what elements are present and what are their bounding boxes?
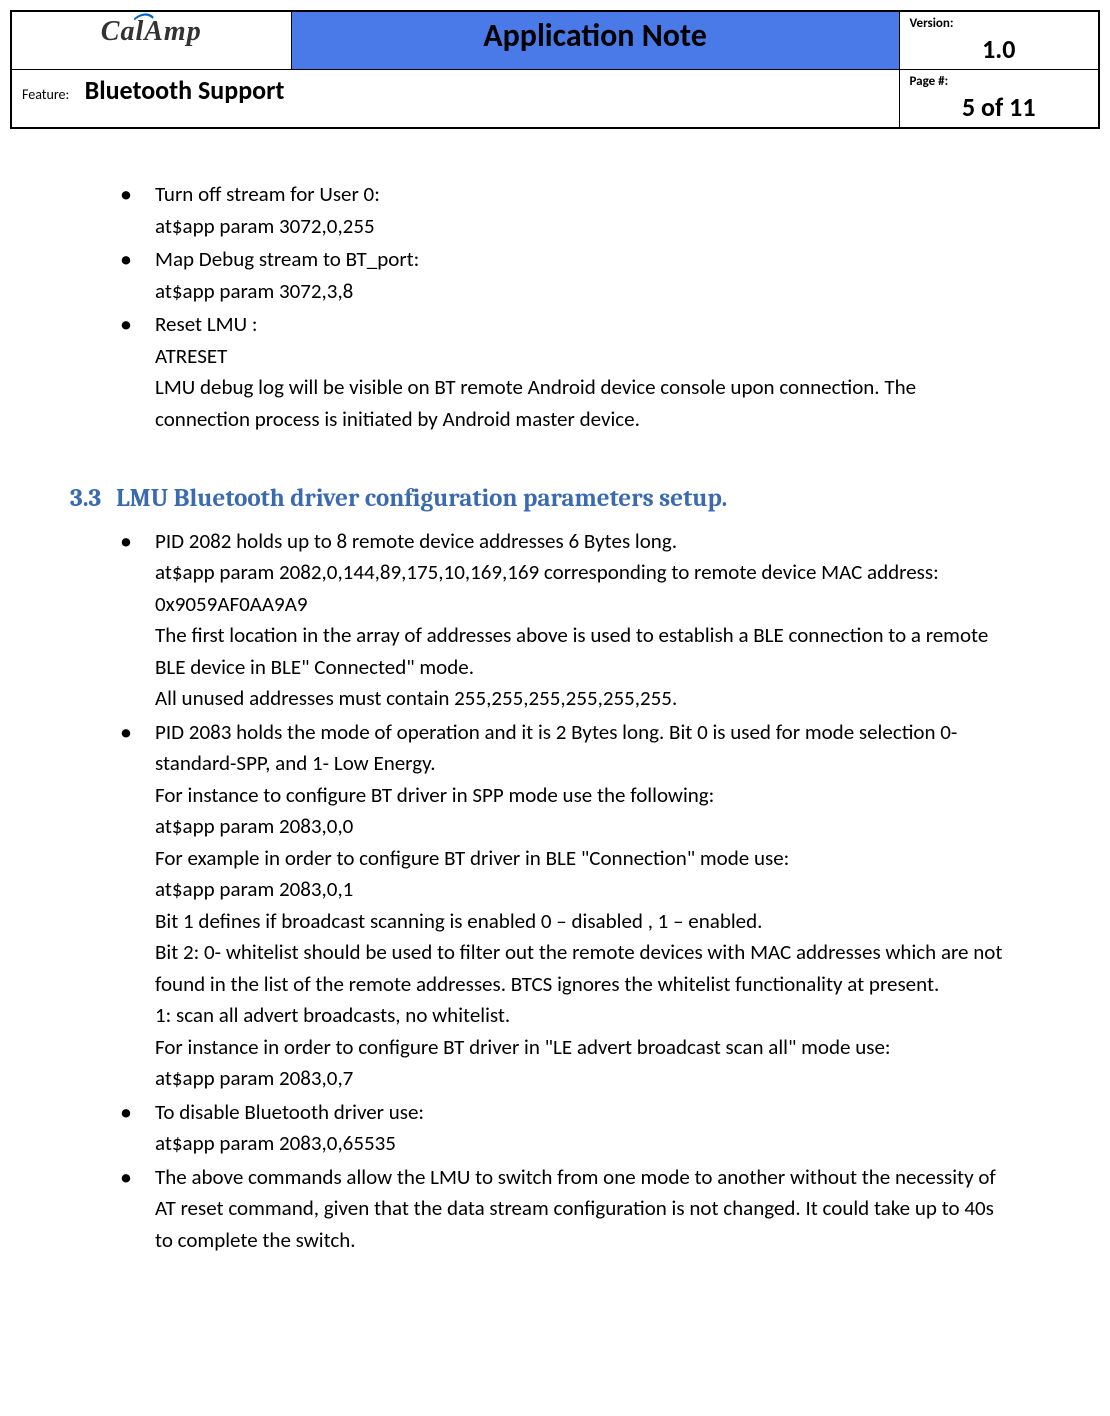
list-item: To disable Bluetooth driver use: at$app … — [120, 1097, 1010, 1160]
feature-value: Bluetooth Support — [73, 74, 285, 106]
section-bullet-list: PID 2082 holds up to 8 remote device add… — [120, 526, 1010, 1257]
list-item: Map Debug stream to BT_port: at$app para… — [120, 244, 1010, 307]
logo-cell: CalAmp ⌒ — [11, 11, 291, 70]
list-item: PID 2082 holds up to 8 remote device add… — [120, 526, 1010, 715]
section-title: LMU Bluetooth driver configuration param… — [116, 484, 727, 513]
top-bullet-list: Turn off stream for User 0: at$app param… — [120, 179, 1010, 435]
feature-cell: Feature: Bluetooth Support — [11, 70, 899, 129]
section-heading: 3.3 LMU Bluetooth driver configuration pa… — [70, 480, 1010, 518]
logo: CalAmp ⌒ — [101, 16, 202, 48]
list-item: Reset LMU : ATRESET LMU debug log will b… — [120, 309, 1010, 435]
page-cell: Page #: 5 of 11 — [899, 70, 1099, 129]
version-label: Version: — [910, 16, 1089, 31]
list-item: PID 2083 holds the mode of operation and… — [120, 717, 1010, 1095]
header-table: CalAmp ⌒ Application Note Version: 1.0 F… — [10, 10, 1100, 129]
feature-label: Feature: — [22, 86, 69, 103]
section-number: 3.3 — [70, 484, 101, 513]
version-value: 1.0 — [910, 33, 1089, 65]
page-label: Page #: — [910, 74, 1089, 89]
list-item: Turn off stream for User 0: at$app param… — [120, 179, 1010, 242]
page-value: 5 of 11 — [910, 91, 1089, 123]
list-item: The above commands allow the LMU to swit… — [120, 1162, 1010, 1257]
content-body: Turn off stream for User 0: at$app param… — [0, 139, 1110, 1298]
logo-swoosh-icon: ⌒ — [130, 7, 153, 38]
app-note-title: Application Note — [291, 11, 899, 70]
version-cell: Version: 1.0 — [899, 11, 1099, 70]
